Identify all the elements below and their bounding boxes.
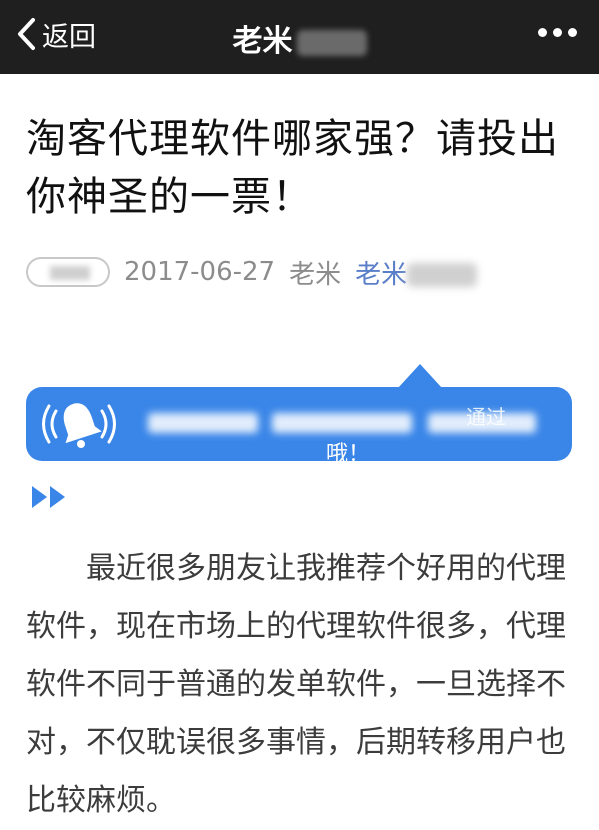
page-title: 老米 <box>0 16 599 60</box>
notice-banner[interactable]: 通过 哦！ <box>26 387 572 461</box>
redacted-title-text <box>296 29 367 56</box>
account-link[interactable]: 老米 <box>355 254 478 291</box>
notice-text-line2: 哦！ <box>326 442 371 461</box>
author-name: 老米 <box>289 259 342 290</box>
article-paragraph: 最近很多朋友让我推荐个好用的代理软件，现在市场上的代理软件很多，代理软件不同于普… <box>26 551 566 818</box>
dot-icon <box>568 28 577 37</box>
publish-date: 2017-06-27 <box>124 257 276 287</box>
redacted-notice-text-2 <box>272 413 412 433</box>
redacted-account-name <box>407 263 478 287</box>
redacted-notice-text-1 <box>148 413 258 433</box>
top-navigation-bar: 返回 老米 <box>0 0 599 74</box>
article-body: 最近很多朋友让我推荐个好用的代理软件，现在市场上的代理软件很多，代理软件不同于普… <box>26 540 572 830</box>
bell-icon <box>42 403 116 448</box>
dot-icon <box>553 28 562 37</box>
dot-icon <box>538 28 547 37</box>
article-meta: 2017-06-27 老米 老米 <box>26 252 478 292</box>
original-badge <box>26 257 110 287</box>
notice-text-tail: 通过 <box>466 405 506 429</box>
page-title-text: 老米 <box>232 24 293 59</box>
notice-pointer <box>398 364 442 388</box>
article-title: 淘客代理软件哪家强？请投出你神圣的一票！ <box>26 116 559 220</box>
more-options-button[interactable] <box>538 28 577 37</box>
fast-forward-icon <box>32 486 65 508</box>
account-name: 老米 <box>355 259 408 290</box>
